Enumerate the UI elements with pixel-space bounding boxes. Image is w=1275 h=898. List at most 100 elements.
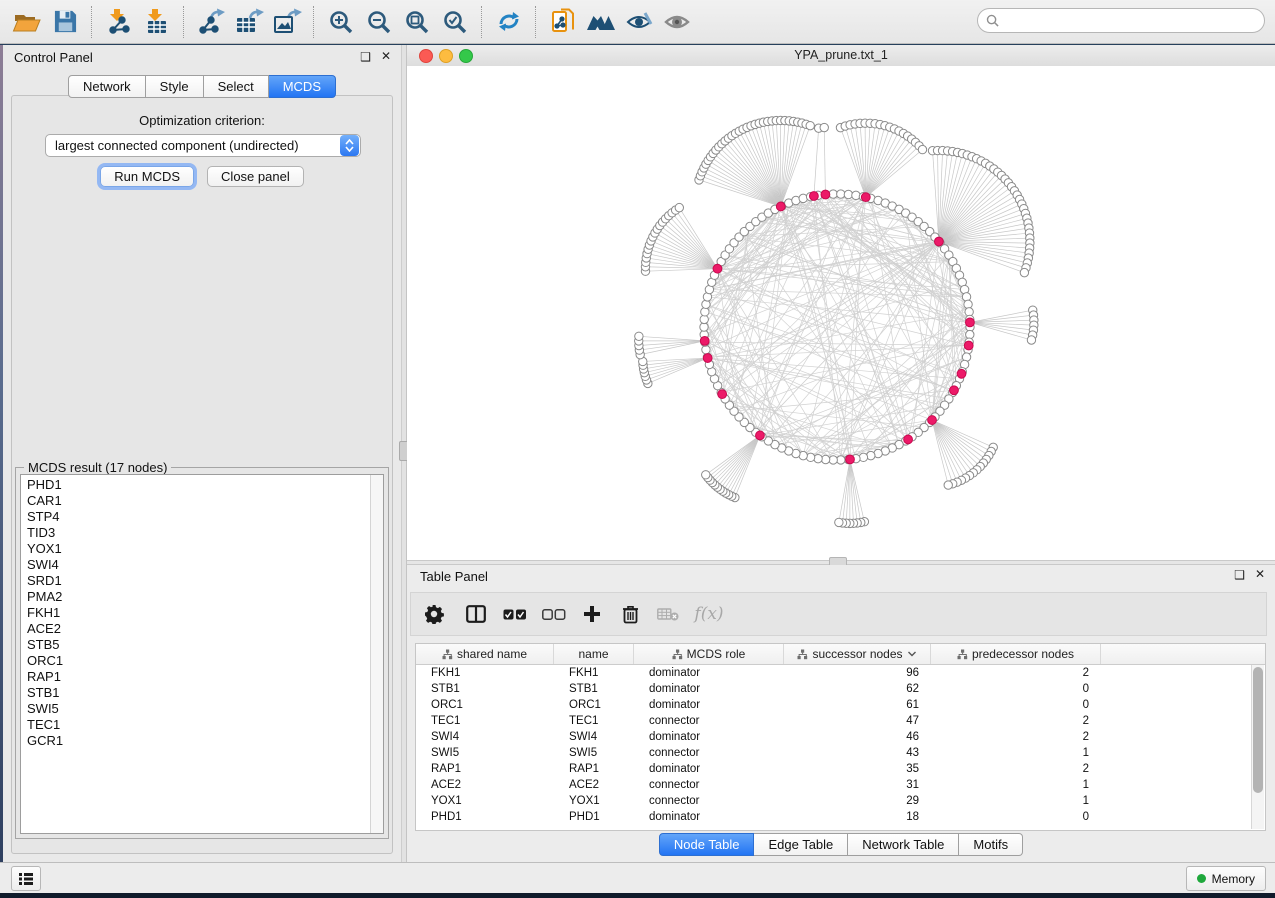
mcds-result-item[interactable]: PHD1: [27, 477, 383, 493]
table-cell[interactable]: 62: [784, 681, 931, 697]
mcds-result-item[interactable]: SWI5: [27, 701, 383, 717]
table-cell[interactable]: connector: [634, 777, 784, 793]
mcds-result-item[interactable]: FKH1: [27, 605, 383, 621]
table-cell[interactable]: 1: [931, 745, 1101, 761]
zoom-selected-button[interactable]: [436, 5, 474, 39]
table-cell[interactable]: dominator: [634, 729, 784, 745]
table-tab-network-table[interactable]: Network Table: [848, 833, 959, 856]
table-cell[interactable]: TEC1: [416, 713, 554, 729]
table-row[interactable]: YOX1YOX1connector291: [416, 793, 1265, 809]
search-field[interactable]: [977, 8, 1265, 33]
hide-panels-button[interactable]: [620, 5, 658, 39]
table-cell[interactable]: PHD1: [416, 809, 554, 825]
mcds-result-item[interactable]: STB1: [27, 685, 383, 701]
search-network-button[interactable]: [582, 5, 620, 39]
table-row[interactable]: ORC1ORC1dominator610: [416, 697, 1265, 713]
table-cell[interactable]: FKH1: [554, 665, 634, 681]
table-row[interactable]: TEC1TEC1connector472: [416, 713, 1265, 729]
mcds-result-item[interactable]: ORC1: [27, 653, 383, 669]
table-tab-motifs[interactable]: Motifs: [959, 833, 1023, 856]
delete-table-button[interactable]: [649, 608, 687, 621]
close-table-panel-icon[interactable]: ✕: [1255, 567, 1265, 581]
show-panels-button[interactable]: [658, 5, 696, 39]
table-cell[interactable]: YOX1: [554, 793, 634, 809]
zoom-in-button[interactable]: [322, 5, 360, 39]
mcds-result-item[interactable]: TID3: [27, 525, 383, 541]
mcds-result-item[interactable]: STB5: [27, 637, 383, 653]
mcds-result-item[interactable]: ACE2: [27, 621, 383, 637]
table-cell[interactable]: PHD1: [554, 809, 634, 825]
run-mcds-button[interactable]: Run MCDS: [100, 166, 194, 187]
table-tab-edge-table[interactable]: Edge Table: [754, 833, 848, 856]
network-window-titlebar[interactable]: YPA_prune.txt_1: [407, 45, 1275, 67]
control-tab-network[interactable]: Network: [68, 75, 146, 98]
mcds-result-item[interactable]: RAP1: [27, 669, 383, 685]
refresh-view-button[interactable]: [490, 5, 528, 39]
share-document-button[interactable]: [544, 5, 582, 39]
table-cell[interactable]: STB1: [416, 681, 554, 697]
table-cell[interactable]: 35: [784, 761, 931, 777]
column-header-shared-name[interactable]: shared name: [416, 644, 554, 664]
memory-button[interactable]: Memory: [1186, 866, 1266, 891]
table-cell[interactable]: YOX1: [416, 793, 554, 809]
table-cell[interactable]: 43: [784, 745, 931, 761]
table-cell[interactable]: connector: [634, 793, 784, 809]
mcds-list-scrollbar[interactable]: [370, 475, 383, 833]
mcds-result-item[interactable]: GCR1: [27, 733, 383, 749]
table-cell[interactable]: 0: [931, 681, 1101, 697]
split-panel-button[interactable]: [457, 605, 495, 623]
table-cell[interactable]: SWI5: [554, 745, 634, 761]
open-session-button[interactable]: [8, 5, 46, 39]
table-cell[interactable]: SWI5: [416, 745, 554, 761]
table-cell[interactable]: connector: [634, 745, 784, 761]
table-cell[interactable]: 1: [931, 793, 1101, 809]
task-history-button[interactable]: [11, 866, 41, 891]
table-cell[interactable]: SWI4: [554, 729, 634, 745]
table-cell[interactable]: STB1: [554, 681, 634, 697]
table-cell[interactable]: RAP1: [416, 761, 554, 777]
table-cell[interactable]: TEC1: [554, 713, 634, 729]
close-panel-icon[interactable]: ✕: [381, 49, 391, 63]
table-cell[interactable]: 2: [931, 729, 1101, 745]
table-row[interactable]: STB1STB1dominator620: [416, 681, 1265, 697]
mcds-result-item[interactable]: YOX1: [27, 541, 383, 557]
table-row[interactable]: ACE2ACE2connector311: [416, 777, 1265, 793]
mcds-result-item[interactable]: TEC1: [27, 717, 383, 733]
table-cell[interactable]: 31: [784, 777, 931, 793]
column-header-predecessor-nodes[interactable]: predecessor nodes: [931, 644, 1101, 664]
zoom-out-button[interactable]: [360, 5, 398, 39]
export-table-button[interactable]: [230, 5, 268, 39]
function-builder-button[interactable]: f(x): [687, 604, 731, 624]
column-header-successor-nodes[interactable]: successor nodes: [784, 644, 931, 664]
deselect-all-columns-button[interactable]: [535, 609, 573, 620]
table-cell[interactable]: dominator: [634, 665, 784, 681]
export-image-button[interactable]: [268, 5, 306, 39]
table-cell[interactable]: 2: [931, 713, 1101, 729]
criterion-dropdown[interactable]: largest connected component (undirected): [45, 134, 361, 157]
table-cell[interactable]: 47: [784, 713, 931, 729]
table-cell[interactable]: dominator: [634, 697, 784, 713]
table-cell[interactable]: ORC1: [416, 697, 554, 713]
table-cell[interactable]: 2: [931, 665, 1101, 681]
mcds-result-item[interactable]: SWI4: [27, 557, 383, 573]
table-row[interactable]: SWI4SWI4dominator462: [416, 729, 1265, 745]
table-scrollbar-thumb[interactable]: [1253, 667, 1263, 793]
import-table-button[interactable]: [138, 5, 176, 39]
table-cell[interactable]: 1: [931, 777, 1101, 793]
table-cell[interactable]: dominator: [634, 809, 784, 825]
control-tab-style[interactable]: Style: [146, 75, 204, 98]
mcds-result-item[interactable]: CAR1: [27, 493, 383, 509]
table-cell[interactable]: 0: [931, 809, 1101, 825]
zoom-fit-button[interactable]: [398, 5, 436, 39]
table-cell[interactable]: FKH1: [416, 665, 554, 681]
export-network-button[interactable]: [192, 5, 230, 39]
table-cell[interactable]: 0: [931, 697, 1101, 713]
column-header-name[interactable]: name: [554, 644, 634, 664]
table-cell[interactable]: 46: [784, 729, 931, 745]
network-canvas[interactable]: [407, 66, 1275, 560]
table-cell[interactable]: ACE2: [416, 777, 554, 793]
table-row[interactable]: RAP1RAP1dominator352: [416, 761, 1265, 777]
float-table-panel-icon[interactable]: ❑: [1234, 568, 1245, 582]
search-input[interactable]: [1004, 13, 1256, 29]
mcds-result-item[interactable]: SRD1: [27, 573, 383, 589]
